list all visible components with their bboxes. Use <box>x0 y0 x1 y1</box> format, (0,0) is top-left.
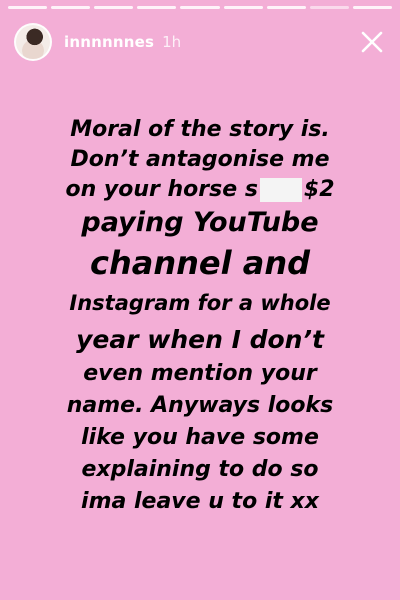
story-text-line: even mention your <box>83 361 317 386</box>
progress-segment <box>266 6 306 9</box>
close-icon <box>361 31 383 53</box>
timestamp: 1h <box>162 33 182 51</box>
story-screen: innnnnnes 1h Moral of the story is. Don’… <box>0 0 400 600</box>
story-text-line: on your horse s $2 <box>0 177 400 208</box>
progress-segment <box>352 6 392 9</box>
progress-segment <box>8 6 48 9</box>
story-text-line: year when I don’t <box>76 325 324 354</box>
story-text: Moral of the story is. Don’t antagonise … <box>0 117 400 522</box>
progress-segment-current <box>309 6 349 9</box>
story-text-line: Don’t antagonise me <box>70 147 330 172</box>
progress-segment <box>223 6 263 9</box>
progress-segment <box>137 6 177 9</box>
censor-box <box>259 178 302 202</box>
username[interactable]: innnnnnes <box>64 33 154 51</box>
story-text-line: name. Anyways looks <box>66 393 334 418</box>
story-text-fragment: $2 <box>303 177 335 202</box>
story-text-line: channel and <box>90 244 310 282</box>
story-text-line: Instagram for a whole <box>69 291 331 315</box>
story-text-fragment: on your horse s <box>65 177 258 202</box>
progress-segment <box>51 6 91 9</box>
close-button[interactable] <box>358 28 386 56</box>
story-text-line: like you have some <box>81 425 319 450</box>
story-text-line: explaining to do so <box>81 457 319 482</box>
story-text-line: paying YouTube <box>81 207 319 238</box>
story-text-line: Moral of the story is. <box>70 117 330 142</box>
avatar[interactable] <box>14 23 52 61</box>
progress-segment <box>180 6 220 9</box>
story-progress-bar <box>8 6 392 9</box>
story-text-line: ima leave u to it xx <box>81 489 319 514</box>
progress-segment <box>94 6 134 9</box>
story-header: innnnnnes 1h <box>14 22 386 62</box>
